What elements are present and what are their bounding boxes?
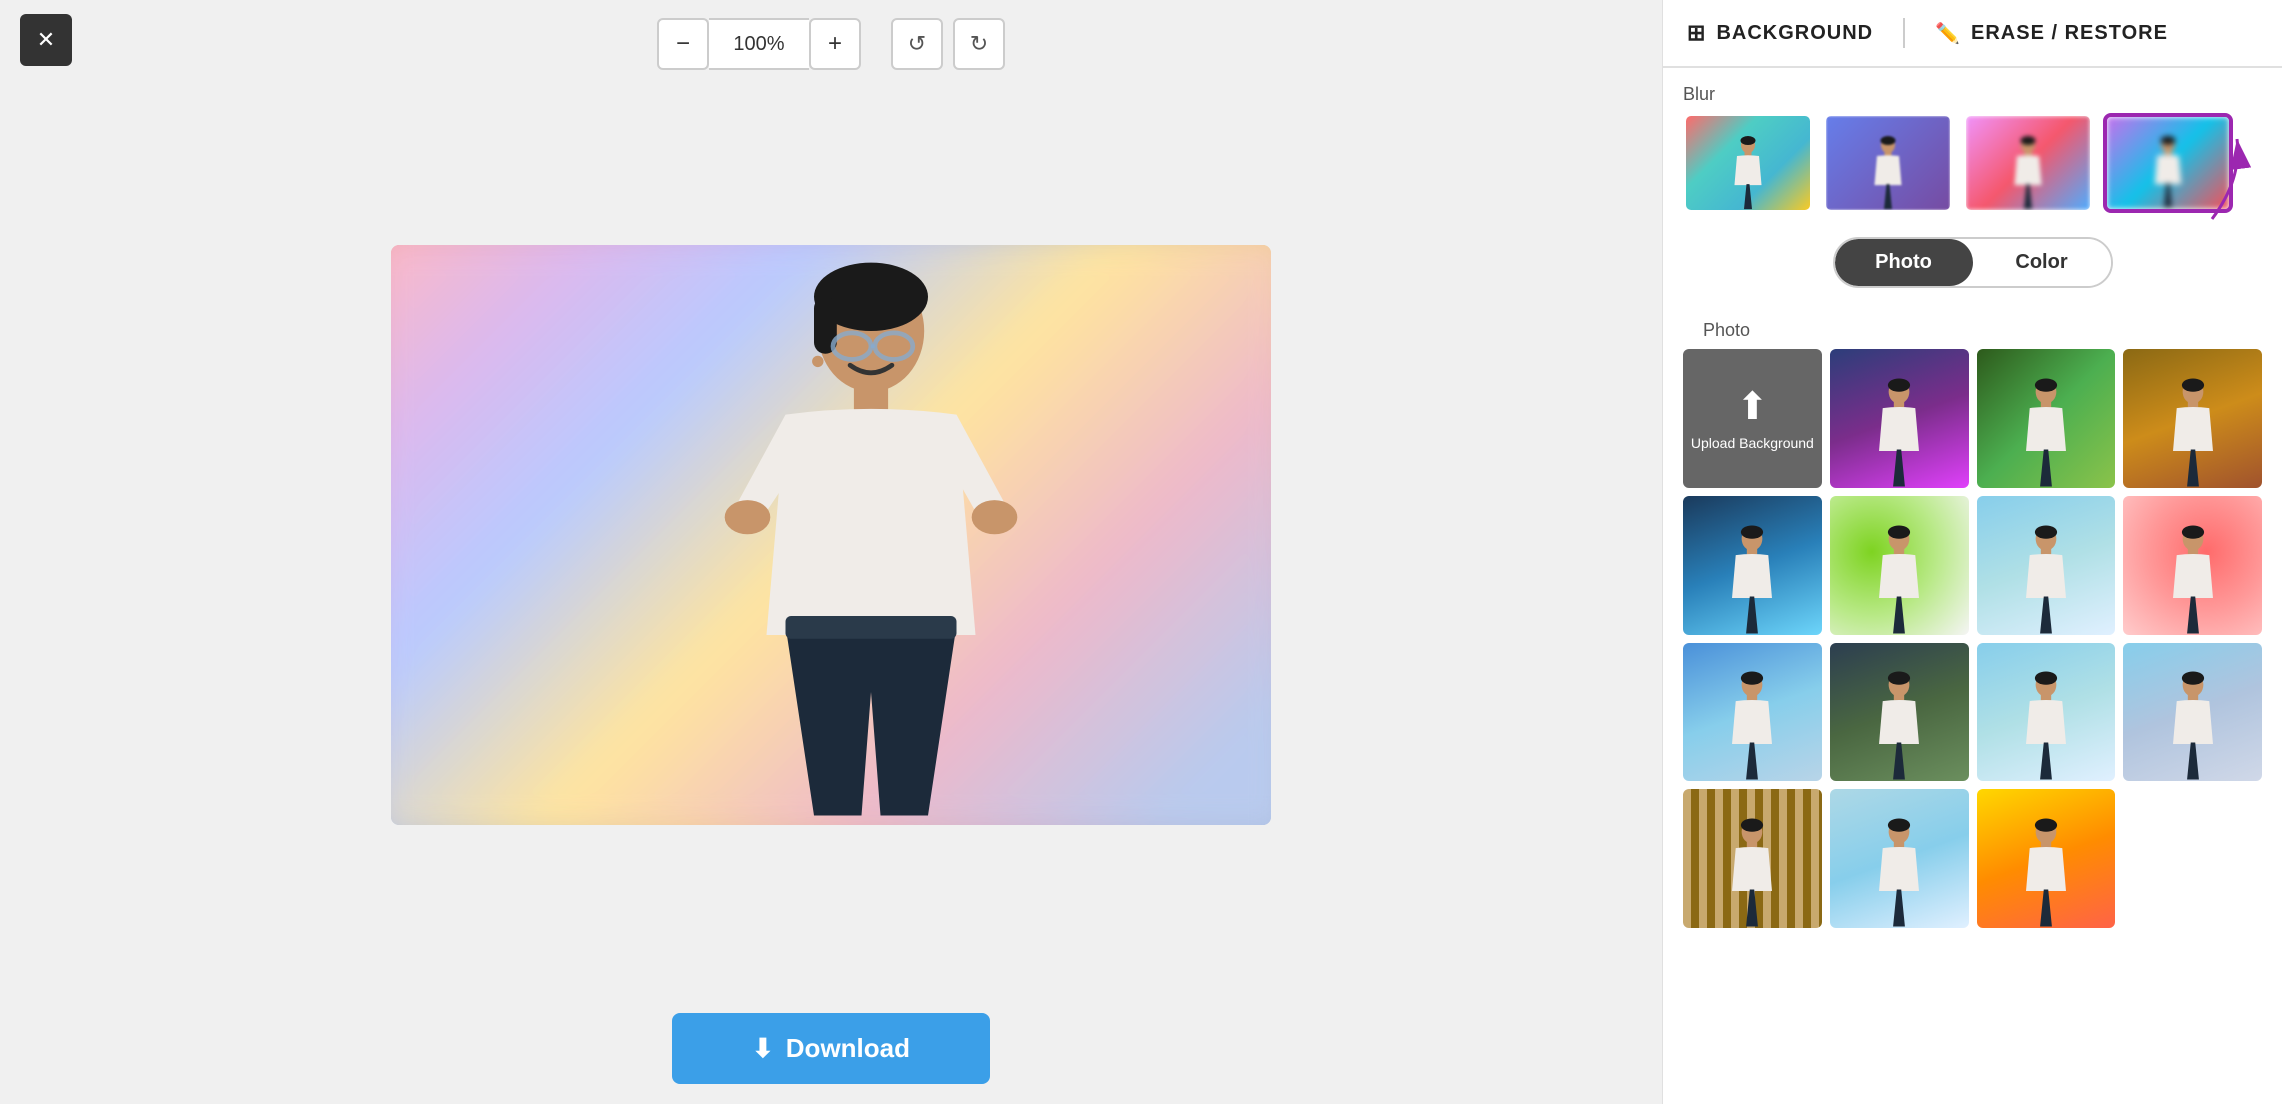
photo-thumb-sky[interactable]: [1977, 496, 2116, 635]
layers-icon: ⊞: [1687, 20, 1706, 46]
erase-restore-tab[interactable]: ✏️ ERASE / RESTORE: [1935, 21, 2168, 46]
image-canvas: [391, 245, 1271, 825]
tab-divider: [1903, 18, 1905, 48]
redo-button[interactable]: ↻: [953, 18, 1005, 70]
download-section: ⬇ Download: [672, 985, 990, 1104]
zoom-value-display: 100%: [709, 18, 809, 70]
photo-thumb-pier[interactable]: [1683, 643, 1822, 782]
upload-cloud-icon: ⬆: [1736, 384, 1768, 429]
photo-thumb-purple[interactable]: [1830, 349, 1969, 488]
erase-restore-tab-label: ERASE / RESTORE: [1971, 22, 2168, 45]
background-tab[interactable]: ⊞ BACKGROUND: [1687, 20, 1873, 46]
right-panel: ⊞ BACKGROUND ✏️ ERASE / RESTORE Blur: [1662, 0, 2282, 1104]
blur-section-label: Blur: [1663, 68, 2282, 113]
toolbar: ✕ − 100% + ↺ ↻: [20, 0, 1642, 84]
blur-thumb-2[interactable]: [1823, 113, 1953, 213]
upload-background-button[interactable]: ⬆ Upload Background: [1683, 349, 1822, 488]
toggle-section: Photo Color: [1663, 229, 2282, 304]
color-toggle-button[interactable]: Color: [1973, 239, 2111, 286]
photo-thumb-city[interactable]: [2123, 643, 2262, 782]
download-label: Download: [786, 1033, 910, 1064]
download-button[interactable]: ⬇ Download: [672, 1013, 990, 1084]
photo-thumb-bokeh[interactable]: [2123, 496, 2262, 635]
close-button[interactable]: ✕: [20, 14, 72, 66]
photo-grid-section: Photo ⬆ Upload Background: [1663, 304, 2282, 1104]
photo-thumb-wood[interactable]: [2123, 349, 2262, 488]
photo-thumb-green[interactable]: [1977, 349, 2116, 488]
photo-color-toggle: Photo Color: [1833, 237, 2113, 288]
photo-thumb-sky2[interactable]: [1977, 643, 2116, 782]
left-panel: ✕ − 100% + ↺ ↻: [0, 0, 1662, 1104]
pencil-icon: ✏️: [1935, 21, 1961, 46]
photo-thumb-sky3[interactable]: [1830, 789, 1969, 928]
photo-thumb-dark[interactable]: [1830, 643, 1969, 782]
photo-thumb-bubble[interactable]: [1830, 496, 1969, 635]
canvas-area: [20, 84, 1642, 985]
annotation-arrow: [2152, 129, 2272, 229]
undo-button[interactable]: ↺: [891, 18, 943, 70]
photo-thumb-city2[interactable]: [1977, 789, 2116, 928]
blur-thumb-3[interactable]: [1963, 113, 2093, 213]
photo-thumb-lake[interactable]: [1683, 496, 1822, 635]
zoom-in-button[interactable]: +: [809, 18, 861, 70]
background-tab-label: BACKGROUND: [1716, 22, 1873, 45]
photo-section-label: Photo: [1683, 304, 2262, 349]
zoom-out-button[interactable]: −: [657, 18, 709, 70]
zoom-controls: − 100% +: [657, 18, 861, 70]
right-header: ⊞ BACKGROUND ✏️ ERASE / RESTORE: [1663, 0, 2282, 68]
photo-thumb-stripe[interactable]: [1683, 789, 1822, 928]
blur-thumb-1[interactable]: [1683, 113, 1813, 213]
undo-redo-controls: ↺ ↻: [891, 18, 1005, 70]
upload-label: Upload Background: [1691, 435, 1814, 452]
download-icon: ⬇: [752, 1033, 774, 1064]
photo-grid: ⬆ Upload Background: [1683, 349, 2262, 944]
photo-toggle-button[interactable]: Photo: [1835, 239, 1973, 286]
person-image: [671, 255, 1071, 825]
